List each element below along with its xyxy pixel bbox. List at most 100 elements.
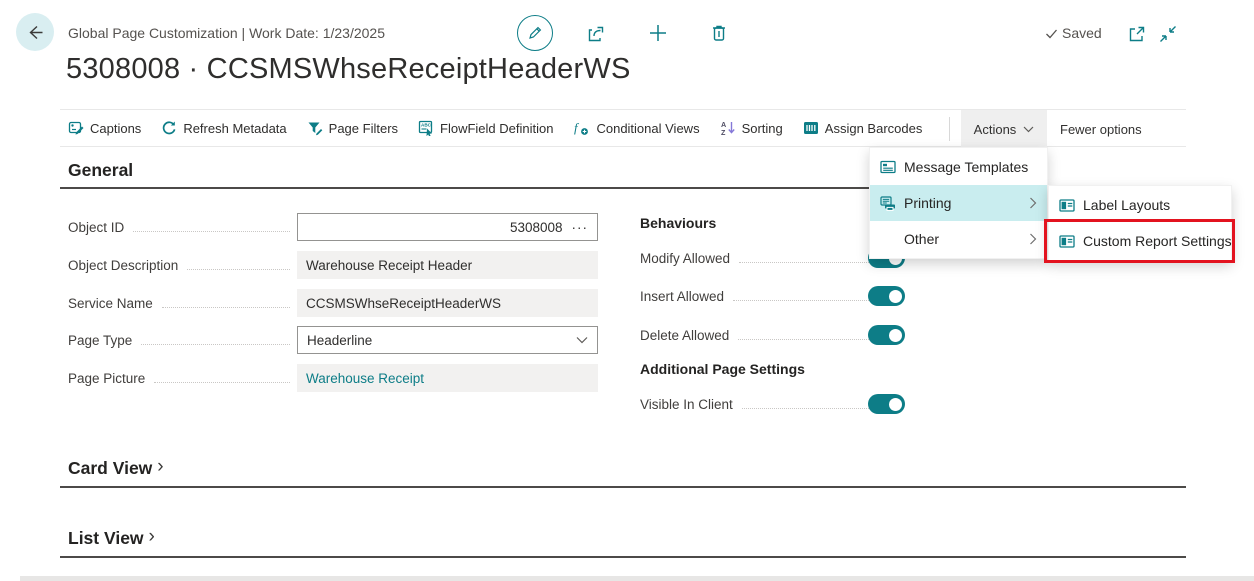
card-view-section-heading[interactable]: Card View ›	[68, 457, 164, 479]
dotted-leader	[141, 344, 290, 345]
toolbar-separator	[949, 117, 950, 141]
delete-allowed-row: Delete Allowed	[640, 321, 904, 349]
chevron-right-icon: ›	[157, 456, 163, 478]
back-button[interactable]	[16, 13, 54, 51]
exit-fullscreen-button[interactable]	[1156, 22, 1180, 46]
function-icon: f	[573, 120, 590, 136]
toggle-knob	[889, 290, 902, 303]
toggle-knob	[889, 329, 902, 342]
delete-button[interactable]	[707, 21, 731, 45]
edit-button[interactable]	[517, 15, 553, 51]
object-id-input[interactable]: 5308008 ···	[297, 213, 598, 241]
back-arrow-icon	[26, 23, 45, 42]
insert-allowed-row: Insert Allowed	[640, 282, 904, 310]
conditional-views-button[interactable]: f Conditional Views	[573, 120, 699, 136]
svg-text:f: f	[574, 120, 580, 135]
dotted-leader	[133, 231, 290, 232]
actions-menu-button[interactable]: Actions	[961, 110, 1047, 148]
page-customization-window: Global Page Customization | Work Date: 1…	[0, 0, 1254, 581]
modify-allowed-label: Modify Allowed	[640, 251, 730, 266]
dotted-leader	[187, 269, 290, 270]
page-picture-link[interactable]: Warehouse Receipt	[306, 371, 424, 386]
list-view-section-heading[interactable]: List View ›	[68, 527, 155, 549]
refresh-metadata-label: Refresh Metadata	[183, 121, 286, 136]
captions-button[interactable]: Captions	[68, 120, 141, 136]
object-description-field: Warehouse Receipt Header	[297, 251, 598, 279]
service-name-field: CCSMSWhseReceiptHeaderWS	[297, 289, 598, 317]
svg-text:Z: Z	[721, 128, 726, 136]
page-filters-button[interactable]: Page Filters	[307, 120, 398, 136]
list-view-heading-label: List View	[68, 528, 144, 549]
page-type-value: Headerline	[307, 333, 372, 348]
toggle-knob	[889, 398, 902, 411]
refresh-metadata-button[interactable]: Refresh Metadata	[161, 120, 286, 136]
share-icon	[585, 23, 607, 45]
sorting-label: Sorting	[742, 121, 783, 136]
collapse-arrows-icon	[1157, 23, 1179, 45]
new-button[interactable]	[646, 21, 670, 45]
page-type-row: Page Type Headerline	[68, 326, 598, 354]
filter-pencil-icon	[307, 120, 323, 136]
menu-item-custom-report-settings[interactable]: Custom Report Settings	[1049, 223, 1231, 259]
page-title: 5308008 · CCSMSWhseReceiptHeaderWS	[66, 53, 630, 86]
visible-in-client-toggle[interactable]	[868, 394, 905, 414]
page-picture-row: Page Picture Warehouse Receipt	[68, 364, 598, 392]
svg-text:ABC: ABC	[421, 123, 432, 128]
open-in-new-window-button[interactable]	[1126, 23, 1148, 45]
message-templates-label: Message Templates	[904, 159, 1028, 175]
dotted-leader	[162, 307, 290, 308]
action-toolbar: Captions Refresh Metadata Page Filters A…	[60, 109, 1186, 147]
fewer-options-label: Fewer options	[1060, 122, 1142, 137]
general-section-heading[interactable]: General	[68, 160, 133, 181]
page-type-select[interactable]: Headerline	[297, 326, 598, 354]
flowfield-definition-button[interactable]: ABC FlowField Definition	[418, 120, 553, 136]
general-heading-label: General	[68, 160, 133, 181]
printing-label: Printing	[904, 195, 951, 211]
label-layouts-label: Label Layouts	[1083, 197, 1170, 213]
page-picture-label: Page Picture	[68, 371, 145, 386]
conditional-views-label: Conditional Views	[596, 121, 699, 136]
actions-dropdown-menu: Message Templates Printing Other	[869, 147, 1048, 259]
object-id-value: 5308008	[510, 220, 563, 235]
card-view-heading-label: Card View	[68, 458, 152, 479]
popout-icon	[1127, 24, 1147, 44]
trash-icon	[708, 22, 730, 44]
sorting-button[interactable]: AZ Sorting	[720, 120, 783, 136]
check-icon	[1044, 26, 1059, 41]
modify-allowed-row: Modify Allowed	[640, 244, 904, 272]
custom-report-settings-label: Custom Report Settings	[1083, 233, 1232, 249]
visible-in-client-label: Visible In Client	[640, 397, 733, 412]
menu-item-message-templates[interactable]: Message Templates	[870, 149, 1047, 185]
submenu-chevron-icon	[1029, 197, 1037, 209]
assign-barcodes-button[interactable]: Assign Barcodes	[803, 120, 923, 136]
report-card-icon	[1059, 235, 1075, 248]
delete-allowed-toggle[interactable]	[868, 325, 905, 345]
barcode-icon	[803, 120, 819, 136]
share-button[interactable]	[584, 22, 608, 46]
object-description-row: Object Description Warehouse Receipt Hea…	[68, 251, 598, 279]
assign-barcodes-label: Assign Barcodes	[825, 121, 923, 136]
chevron-down-icon	[576, 336, 588, 344]
flowfield-definition-label: FlowField Definition	[440, 121, 553, 136]
menu-item-label-layouts[interactable]: Label Layouts	[1049, 187, 1231, 223]
fewer-options-button[interactable]: Fewer options	[1060, 110, 1142, 148]
menu-item-other[interactable]: Other	[870, 221, 1047, 257]
refresh-icon	[161, 120, 177, 136]
assist-edit-button[interactable]: ···	[572, 220, 589, 235]
printing-submenu: Label Layouts Custom Report Settings	[1048, 185, 1232, 261]
save-status-label: Saved	[1062, 25, 1102, 41]
card-view-section-rule	[60, 486, 1186, 488]
menu-item-printing[interactable]: Printing	[870, 185, 1047, 221]
plus-icon	[647, 22, 669, 44]
additional-page-settings-heading: Additional Page Settings	[640, 361, 805, 377]
visible-in-client-row: Visible In Client	[640, 390, 904, 418]
window-bottom-edge	[20, 576, 1254, 581]
behaviours-heading: Behaviours	[640, 215, 716, 231]
other-label: Other	[904, 231, 939, 247]
chevron-right-icon: ›	[149, 526, 155, 548]
dotted-leader	[154, 382, 290, 383]
insert-allowed-toggle[interactable]	[868, 286, 905, 306]
message-templates-icon	[880, 160, 896, 174]
object-description-label: Object Description	[68, 258, 178, 273]
object-id-row: Object ID 5308008 ···	[68, 213, 598, 241]
